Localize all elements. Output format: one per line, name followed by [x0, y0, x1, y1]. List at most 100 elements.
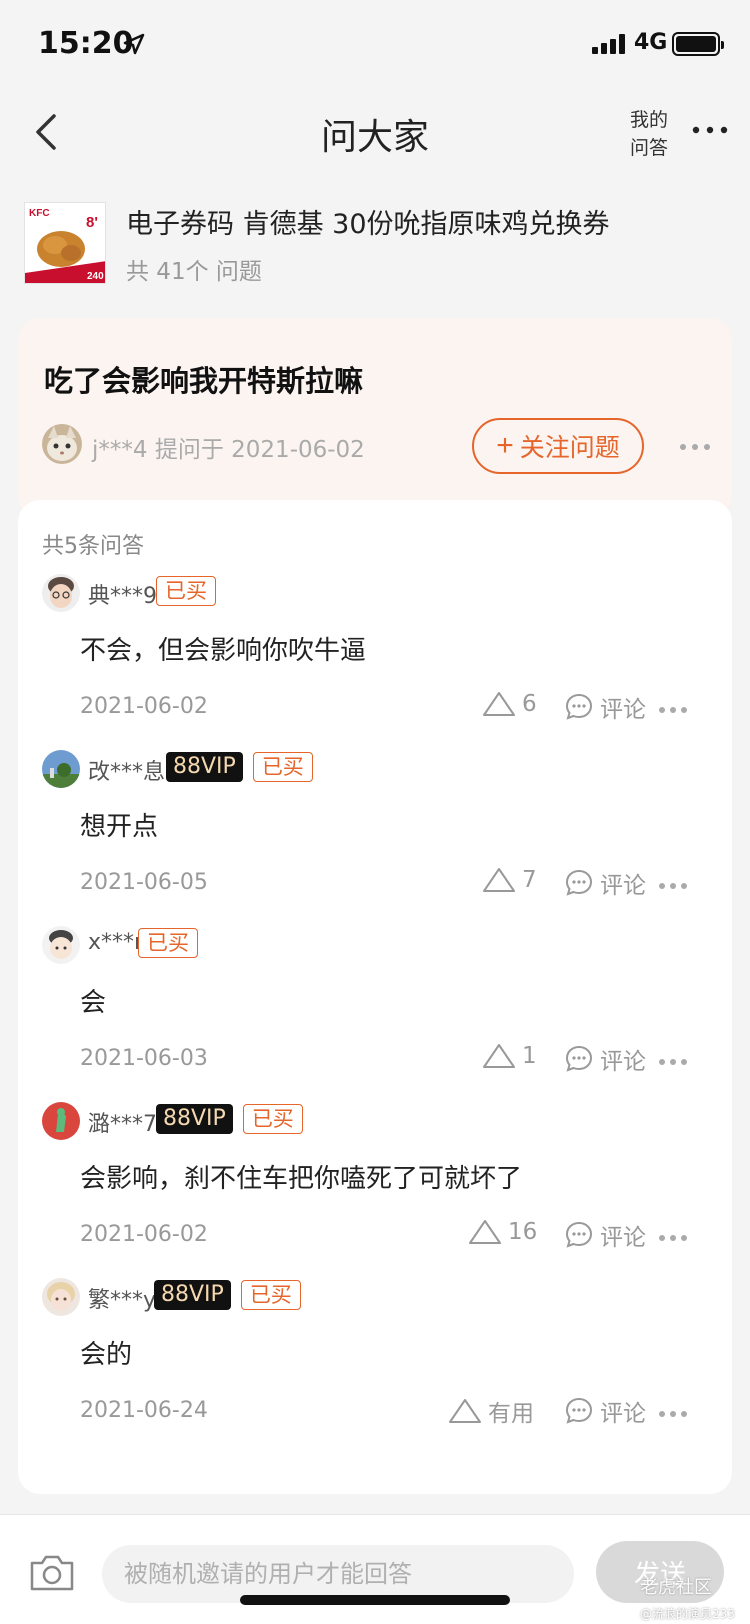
like-button[interactable]: 有用 — [448, 1394, 534, 1428]
thumb-triangle-icon — [483, 868, 515, 892]
like-button[interactable]: 6 — [482, 690, 537, 718]
vip-badge: 88VIP — [154, 1280, 231, 1310]
status-bar: 15:20 4G — [0, 0, 750, 90]
user-avatar — [42, 750, 80, 788]
follow-label: 关注问题 — [519, 434, 620, 462]
like-button[interactable]: 1 — [482, 1042, 537, 1070]
more-dots-icon[interactable] — [658, 1410, 688, 1418]
answer-text: 会 — [80, 988, 107, 1018]
answer-text: 会的 — [80, 1340, 133, 1370]
watermark-sub: @流浪的演员233 — [640, 1607, 735, 1621]
answer-date: 2021-06-02 — [80, 1222, 208, 1247]
comment-button[interactable]: 评论 — [564, 866, 646, 900]
bought-badge: 已买 — [156, 576, 216, 606]
answer-text: 不会，但会影响你吹牛逼 — [80, 636, 367, 666]
comment-bubble-icon — [565, 869, 593, 896]
answer-text: 想开点 — [80, 812, 159, 842]
answer-item: 改***息 88VIP 已买 想开点 2021-06-05 7 评论 — [18, 746, 732, 928]
answer-item: x***r 已买 会 2021-06-03 1 评论 — [18, 922, 732, 1104]
answer-item: 典***9 已买 不会，但会影响你吹牛逼 2021-06-02 6 评论 — [18, 570, 732, 752]
user-avatar — [42, 1102, 80, 1140]
more-dots-icon[interactable] — [690, 120, 730, 140]
status-time: 15:20 — [38, 26, 134, 61]
more-dots-icon[interactable] — [678, 442, 712, 452]
comment-button[interactable]: 评论 — [564, 690, 646, 724]
like-button[interactable]: 16 — [468, 1218, 537, 1246]
comment-button[interactable]: 评论 — [564, 1394, 646, 1428]
plus-icon: + — [496, 429, 514, 462]
bought-badge: 已买 — [240, 1280, 301, 1310]
asker-info: j***4 提问于 2021-06-02 — [92, 430, 365, 464]
answers-total: 共5条问答 — [42, 534, 144, 559]
user-avatar — [42, 1278, 80, 1316]
answer-username: 繁***y — [88, 1288, 157, 1313]
asker-avatar — [42, 424, 82, 464]
user-avatar — [42, 926, 80, 964]
answer-username: 潞***7 — [88, 1112, 157, 1137]
battery-icon — [672, 32, 724, 56]
answer-date: 2021-06-24 — [80, 1398, 208, 1423]
user-badges: 88VIP 已买 — [166, 752, 313, 782]
vip-badge: 88VIP — [156, 1104, 233, 1134]
answer-input-bar: 发送 老虎社区 @流浪的演员233 — [0, 1514, 750, 1624]
asked-date: 提问于 2021-06-02 — [154, 437, 365, 463]
product-header[interactable]: KFC 8' 240 电子券码 肯德基 30份吮指原味鸡兑换券 共 41个 问题 — [24, 196, 734, 286]
answer-username: 改***息 — [88, 760, 166, 785]
thumb-triangle-icon — [449, 1399, 481, 1423]
comment-label: 评论 — [600, 873, 646, 899]
question-count: 共 41个 问题 — [126, 259, 262, 285]
thumb-price: 240 — [87, 271, 104, 282]
comment-button[interactable]: 评论 — [564, 1218, 646, 1252]
answer-item: 繁***y 88VIP 已买 会的 2021-06-24 有用 评论 — [18, 1274, 732, 1456]
user-badges: 88VIP 已买 — [156, 1104, 303, 1134]
thumb-triangle-icon — [483, 692, 515, 716]
answer-username: x***r — [88, 930, 144, 955]
comment-bubble-icon — [565, 693, 593, 720]
product-name: 电子券码 肯德基 30份吮指原味鸡兑换券 — [126, 209, 610, 240]
answer-username: 典***9 — [88, 584, 157, 609]
like-button[interactable]: 7 — [482, 866, 537, 894]
bought-badge: 已买 — [138, 928, 198, 958]
question-text: 吃了会影响我开特斯拉嘛 — [44, 364, 364, 398]
comment-bubble-icon — [565, 1045, 593, 1072]
more-dots-icon[interactable] — [658, 706, 688, 714]
user-badges: 已买 — [138, 928, 198, 958]
camera-icon[interactable] — [28, 1553, 76, 1593]
question-card: 吃了会影响我开特斯拉嘛 j***4 提问于 2021-06-02 + 关注问题 — [18, 318, 732, 518]
nav-bar: 问大家 我的 问答 — [0, 90, 750, 174]
asker-name: j***4 — [92, 437, 148, 463]
comment-bubble-icon — [565, 1397, 593, 1424]
comment-label: 评论 — [600, 1049, 646, 1075]
more-dots-icon[interactable] — [658, 1234, 688, 1242]
user-avatar — [42, 574, 80, 612]
more-dots-icon[interactable] — [658, 882, 688, 890]
my-qa-line2: 问答 — [630, 137, 669, 159]
thumb-badge: 8' — [86, 214, 98, 231]
user-badges: 已买 — [156, 576, 216, 606]
comment-label: 评论 — [600, 1225, 646, 1251]
home-indicator — [240, 1595, 510, 1605]
user-badges: 88VIP 已买 — [154, 1280, 301, 1310]
like-count: 16 — [508, 1219, 538, 1245]
watermark: 老虎社区 — [640, 1577, 712, 1598]
answer-date: 2021-06-05 — [80, 870, 208, 895]
my-qa-line1: 我的 — [630, 109, 669, 131]
comment-label: 评论 — [600, 697, 646, 723]
more-dots-icon[interactable] — [658, 1058, 688, 1066]
answer-date: 2021-06-02 — [80, 694, 208, 719]
network-type: 4G — [634, 30, 668, 55]
answer-item: 潞***7 88VIP 已买 会影响，刹不住车把你嗑死了可就坏了 2021-06… — [18, 1098, 732, 1280]
comment-bubble-icon — [565, 1221, 593, 1248]
vip-badge: 88VIP — [166, 752, 243, 782]
comment-label: 评论 — [600, 1401, 646, 1427]
thumb-triangle-icon — [483, 1044, 515, 1068]
answers-list: 共5条问答 典***9 已买 不会，但会影响你吹牛逼 2021-06-02 6 … — [18, 500, 732, 1494]
comment-button[interactable]: 评论 — [564, 1042, 646, 1076]
answer-date: 2021-06-03 — [80, 1046, 208, 1071]
my-qa-link[interactable]: 我的 问答 — [630, 106, 668, 162]
product-thumbnail: KFC 8' 240 — [24, 202, 106, 284]
follow-question-button[interactable]: + 关注问题 — [472, 418, 644, 474]
like-count: 1 — [522, 1043, 537, 1069]
thumb-triangle-icon — [469, 1220, 501, 1244]
answer-text: 会影响，刹不住车把你嗑死了可就坏了 — [80, 1164, 523, 1194]
